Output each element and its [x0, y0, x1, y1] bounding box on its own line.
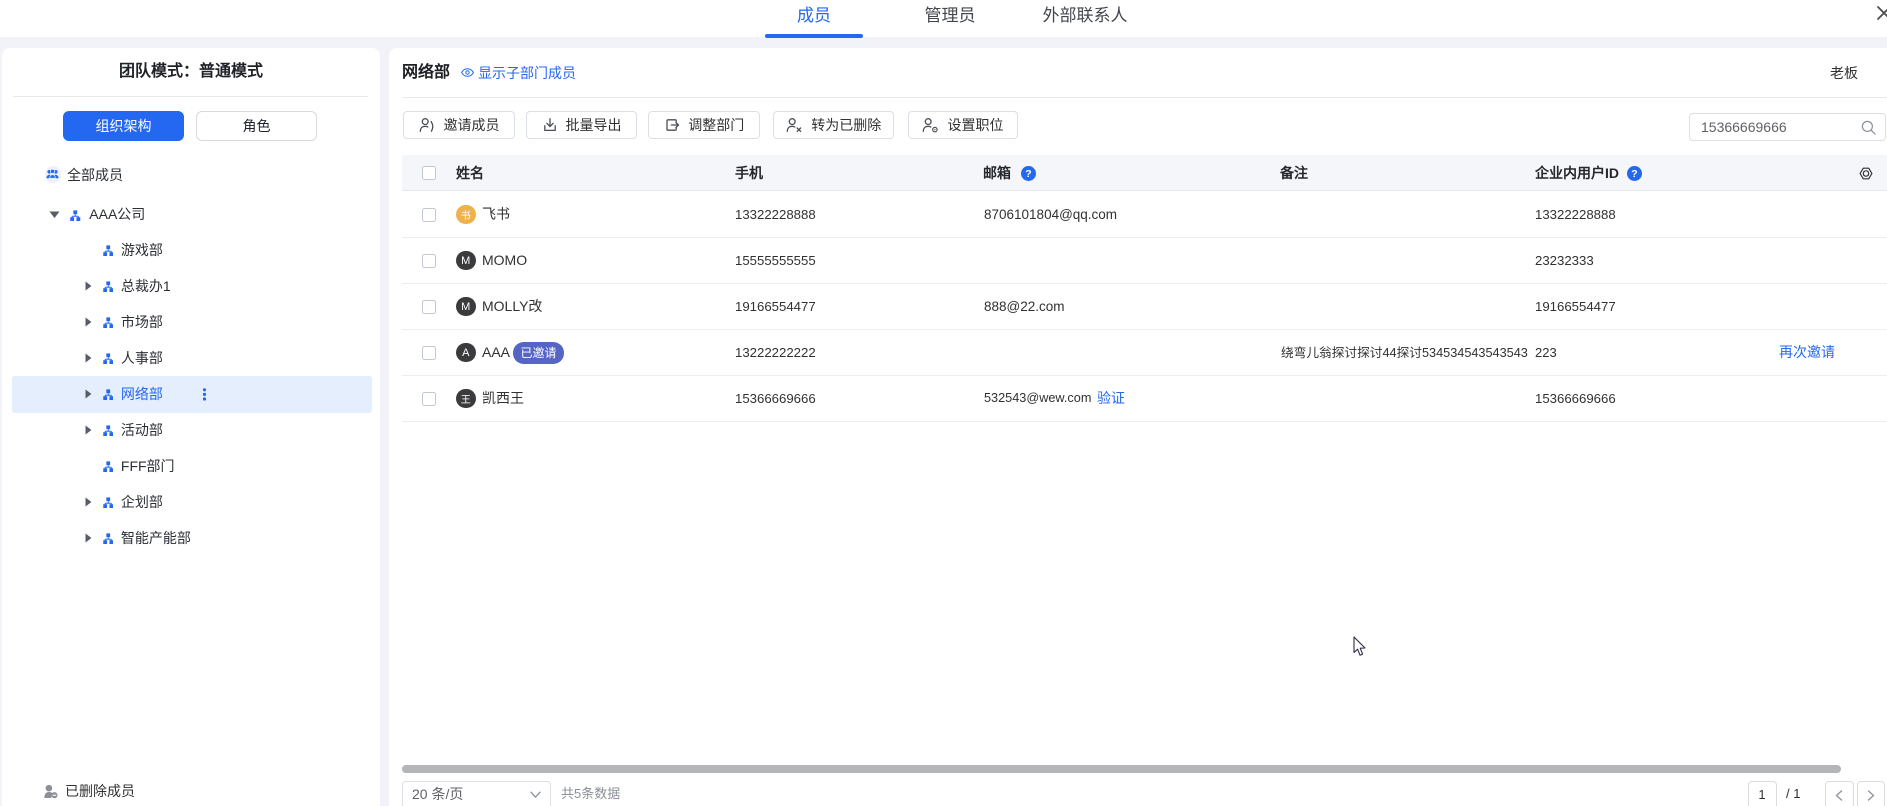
svg-text:?: ? — [1631, 168, 1637, 180]
svg-text:?: ? — [1025, 168, 1031, 180]
